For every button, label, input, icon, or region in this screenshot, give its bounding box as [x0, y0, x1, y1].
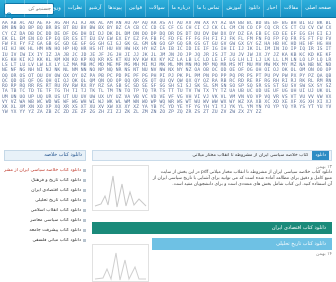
post-title[interactable]: دانلود کتاب اقتصادی ایران — [92, 222, 332, 234]
nav-item[interactable]: درباره ما — [167, 0, 193, 17]
post-date: ۱۴ بهمن — [316, 252, 332, 257]
sidebar-item[interactable]: دانلود کتاب اقتصادی ایران — [4, 185, 86, 195]
bullet-icon — [83, 208, 86, 212]
sidebar-heading: دانلود کتاب خلاصه — [4, 150, 86, 161]
sidebar-list: دانلود کتاب خلاصه سیاسی ایران از مشروطه … — [4, 165, 86, 245]
announcement-text[interactable]: کتاب خلاصه سیاسی ایران از مشروطه تا انقل… — [192, 153, 312, 158]
sidebar-item[interactable]: دانلود کتاب تاریخ و فرهنگ — [4, 175, 86, 185]
post-thumbnail[interactable] — [92, 244, 149, 282]
nav-item[interactable]: آرشیو — [85, 0, 104, 17]
top-navbar: صفحه اصلیمقالاتاخباردانلودآموزشتماس با م… — [0, 0, 336, 20]
link-cloud: AA AB AC AD AE AF AG AH AI AJ AK AL AM A… — [2, 21, 334, 147]
sidebar-item-label[interactable]: دانلود کتاب اقتصادی ایران — [31, 188, 81, 193]
bullet-icon — [83, 178, 86, 182]
nav-item[interactable]: پیوندها — [104, 0, 125, 17]
nav-item[interactable]: نظرات — [63, 0, 85, 17]
post-thumbnail[interactable] — [92, 165, 149, 211]
bullet-icon — [83, 238, 86, 242]
nav-item[interactable]: تماس با ما — [193, 0, 222, 17]
post-title[interactable]: دانلود کتاب تاریخ تحلیلی — [152, 238, 332, 250]
sidebar-item-label[interactable]: دانلود کتاب پیشرفت جامعه — [29, 228, 81, 233]
post-text-block: ۱۳ بهمن دانلود کتاب خلاصه سیاسی ایران از… — [152, 165, 332, 188]
nav-item[interactable]: راهنما — [4, 0, 24, 17]
post-title-bar[interactable]: دانلود کتاب اقتصادی ایران — [92, 222, 332, 234]
sidebar-item[interactable]: دانلود کتاب سیاسی معاصر — [4, 215, 86, 225]
nav-item[interactable]: اخبار — [263, 0, 280, 17]
sidebar-item-label[interactable]: دانلود کتاب مبانی فلسفی — [32, 238, 81, 243]
nav-menu: صفحه اصلی مقالات اخبار دانلود آموزش تماس با م… — [4, 0, 334, 17]
post-text-block: دانلود کتاب تاریخ تحلیلی — [152, 238, 332, 250]
bullet-icon — [83, 198, 86, 202]
nav-item[interactable]: قوانین — [124, 0, 145, 17]
sidebar-item-label[interactable]: دانلود کتاب تاریخ تحلیلی — [35, 198, 81, 203]
sidebar-item[interactable]: دانلود کتاب خلاصه سیاسی ایران از مشروطه … — [4, 165, 86, 175]
nav-item[interactable]: دانلود — [244, 0, 263, 17]
post-body: دانلود کتاب خلاصه سیاسی ایران از مشروطه … — [152, 170, 332, 187]
sidebar-item-label[interactable]: دانلود کتاب خلاصه سیاسی ایران از مشروطه … — [4, 168, 81, 173]
announcement-label: دانلود — [312, 151, 329, 160]
sidebar-item[interactable]: دانلود کتاب مبانی فلسفی — [4, 235, 86, 245]
sidebar-panel: دانلود کتاب خلاصه دانلود کتاب خلاصه سیاس… — [4, 150, 86, 280]
sidebar-item[interactable]: دانلود کتاب انقلاب اسلامی — [4, 205, 86, 215]
nav-item[interactable]: سوالات — [145, 0, 168, 17]
bullet-icon — [83, 228, 86, 232]
nav-item[interactable]: صفحه اصلی — [301, 0, 334, 17]
bullet-icon — [83, 188, 86, 192]
bullet-icon — [83, 218, 86, 222]
sidebar-item[interactable]: دانلود کتاب پیشرفت جامعه — [4, 225, 86, 235]
bullet-icon — [83, 168, 86, 172]
post-card: ۱۳ بهمن دانلود کتاب خلاصه سیاسی ایران از… — [92, 162, 332, 220]
main-content: دانلود کتاب خلاصه سیاسی ایران از مشروطه … — [92, 150, 332, 282]
post-card: دانلود کتاب تاریخ تحلیلی ۱۴ بهمن — [92, 238, 332, 282]
sidebar-item-label[interactable]: دانلود کتاب انقلاب اسلامی — [31, 208, 81, 213]
nav-item[interactable]: مقالات — [279, 0, 301, 17]
sidebar-item-label[interactable]: دانلود کتاب تاریخ و فرهنگ — [31, 178, 81, 183]
announcement-bar: دانلود کتاب خلاصه سیاسی ایران از مشروطه … — [92, 150, 332, 161]
nav-item[interactable]: آموزش — [222, 0, 244, 17]
nav-item[interactable]: عضویت — [24, 0, 47, 17]
link-cloud-text[interactable]: AA AB AC AD AE AF AG AH AI AJ AK AL AM A… — [2, 21, 334, 116]
sidebar-item[interactable]: دانلود کتاب تاریخ تحلیلی — [4, 195, 86, 205]
sidebar-item-label[interactable]: دانلود کتاب سیاسی معاصر — [30, 218, 81, 223]
nav-item[interactable]: ورود — [47, 0, 63, 17]
